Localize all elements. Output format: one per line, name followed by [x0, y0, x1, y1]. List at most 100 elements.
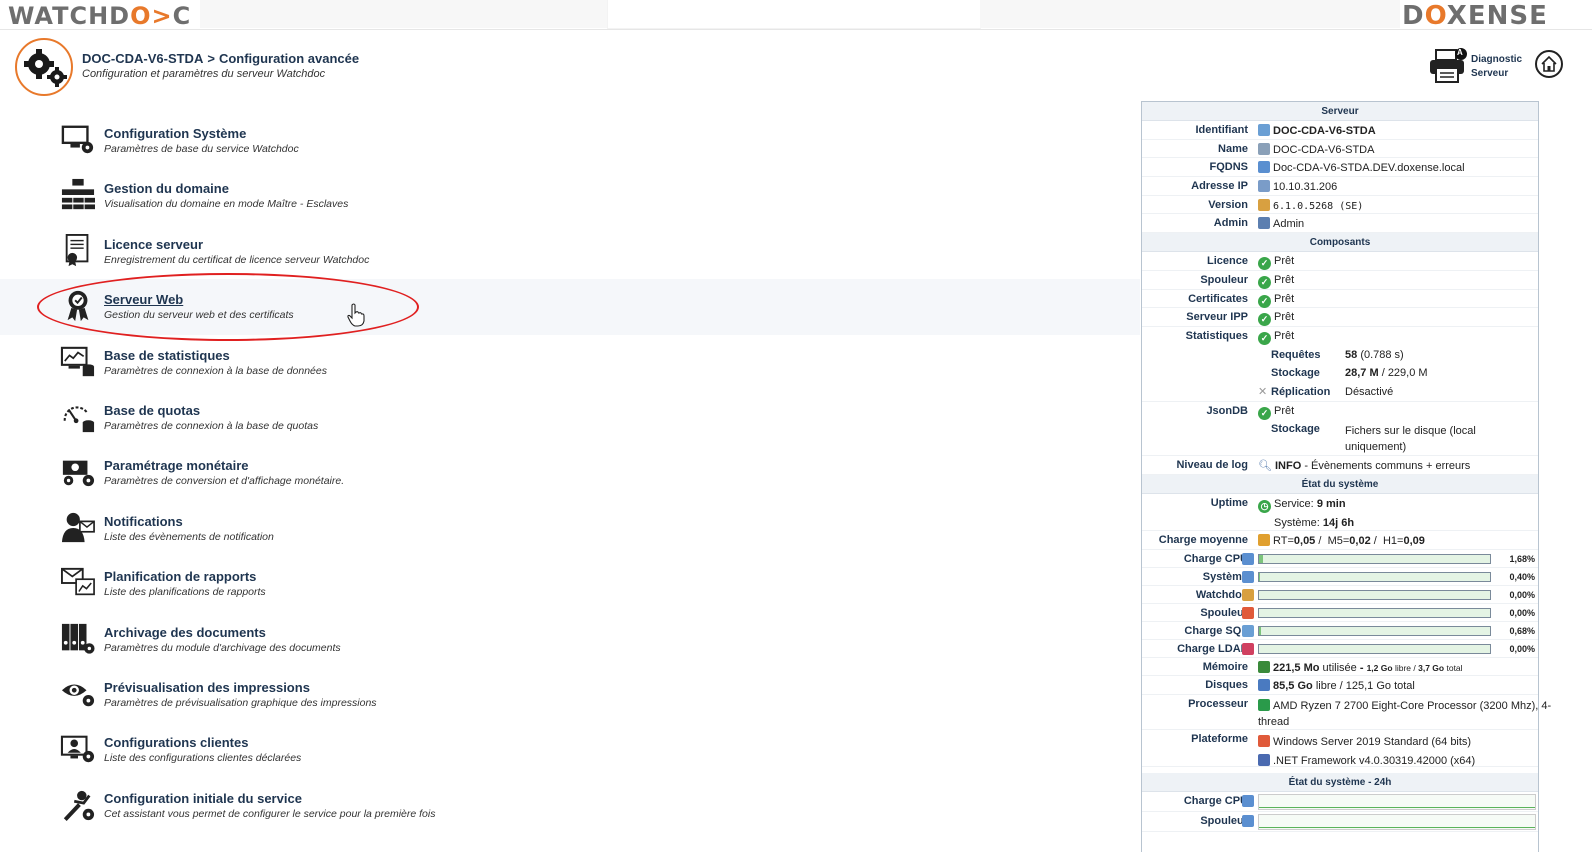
jsondb-storage: Stockage Fichers sur le disque (local uniq…	[1142, 420, 1538, 457]
domain-servers-icon	[61, 179, 95, 210]
processor-row: Processeur AMD Ryzen 7 2700 Eight-Core Pr…	[1142, 695, 1551, 731]
menu-item-monitor-gear[interactable]: Configuration Système Paramètres de base …	[0, 113, 1140, 168]
menu-item-title[interactable]: Paramétrage monétaire	[104, 458, 249, 473]
menu-item-stats-database[interactable]: Base de statistiques Paramètres de connex…	[0, 335, 1140, 390]
menu-item-title[interactable]: Base de statistiques	[104, 348, 230, 363]
user-mail-icon	[61, 512, 95, 542]
menu-item-desc: Liste des évènements de notification	[104, 530, 274, 543]
menu-item-wizard[interactable]: Configuration initiale du service Cet ass…	[0, 778, 1140, 833]
progress-bar	[1258, 553, 1491, 564]
server-key: Admin	[1213, 217, 1248, 230]
top-bar-spacer-right	[980, 0, 1400, 28]
server-row: Admin Admin	[1142, 214, 1538, 234]
diagnostic-server-button[interactable]: A Diagnostic Serveur	[1428, 46, 1528, 84]
menu-item-title[interactable]: Configuration initiale du service	[104, 791, 302, 806]
menu-item-desc: Paramètres du module d'archivage des doc…	[104, 641, 341, 654]
menu-item-user-mail[interactable]: Notifications Liste des évènements de not…	[0, 501, 1140, 556]
server-row: Version 6.1.0.5268 (SE)	[1142, 196, 1538, 215]
menu-item-desc: Paramètres de prévisualisation graphique…	[104, 696, 377, 709]
menu-item-money-gear[interactable]: Paramétrage monétaire Paramètres de conve…	[0, 445, 1140, 500]
diag-label-2: Serveur	[1471, 68, 1509, 79]
component-row: Spouleur ✓ Prêt	[1142, 271, 1538, 290]
load-icon	[1242, 570, 1254, 583]
menu-item-quota-gauge[interactable]: Base de quotas Paramètres de connexion à …	[0, 390, 1140, 445]
home-button[interactable]	[1535, 50, 1563, 78]
hand-cursor-icon	[346, 303, 366, 332]
component-status: Prêt	[1274, 273, 1295, 286]
menu-item-mail-chart[interactable]: Planification de rapports Liste des plani…	[0, 556, 1140, 611]
menu-item-title[interactable]: Configuration Système	[104, 126, 246, 141]
load-bar-row: Charge SQL 0,68%	[1142, 622, 1538, 640]
menu-item-title[interactable]: Archivage des documents	[104, 625, 266, 640]
menu-item-desc: Liste des configurations clientes déclar…	[104, 752, 302, 765]
certificate-icon	[65, 233, 89, 266]
menu-item-desc: Paramètres de connexion à la base de don…	[104, 364, 327, 377]
magnifier-icon: 🔍︎	[1258, 460, 1272, 473]
platform-row: Plateforme Windows Server 2019 Standard (…	[1142, 730, 1538, 768]
uptime-row: Uptime ◷ Service: 9 min Système: 14j 6h	[1142, 494, 1538, 531]
progress-bar	[1258, 643, 1491, 654]
monitor-gear-icon	[61, 125, 94, 154]
load-icon	[1242, 642, 1254, 655]
menu-item-title[interactable]: Notifications	[104, 514, 183, 529]
top-divider	[0, 29, 1592, 30]
top-bar-center	[608, 0, 980, 28]
server-row: Name DOC-CDA-V6-STDA	[1142, 140, 1538, 159]
menu-item-title[interactable]: Planification de rapports	[104, 569, 256, 584]
mail-chart-icon	[60, 568, 95, 596]
progress-bar	[1258, 607, 1491, 618]
server-value: 10.10.31.206	[1273, 181, 1338, 194]
component-status: Prêt	[1274, 255, 1295, 268]
component-name: Spouleur	[1200, 273, 1248, 286]
check-icon: ✓	[1258, 257, 1271, 271]
server-key: Name	[1218, 142, 1248, 155]
server-key: Identifiant	[1195, 124, 1248, 136]
server-info-icon	[1258, 198, 1270, 211]
stats-requests: Requêtes 58 (0.788 s)	[1271, 348, 1404, 361]
server-value: DOC-CDA-V6-STDA	[1273, 125, 1376, 137]
server-row: FQDNS Doc-CDA-V6-STDA.DEV.doxense.local	[1142, 158, 1538, 178]
disabled-x-icon: ✕	[1258, 385, 1268, 398]
component-row: Statistiques ✓ Prêt	[1142, 327, 1538, 346]
server-value: 6.1.0.5268 (SE)	[1273, 200, 1364, 212]
load-average-row: Charge moyenne RT=0,05 / M5=0,02 / H1=0,0…	[1142, 531, 1538, 550]
menu-item-title[interactable]: Licence serveur	[104, 237, 203, 252]
section-system-state: État du système	[1142, 475, 1538, 494]
component-status: Prêt	[1274, 311, 1295, 324]
page-subtitle: Configuration et paramètres du serveur W…	[82, 68, 326, 80]
client-config-icon	[60, 735, 95, 763]
history-sparkline	[1258, 794, 1536, 811]
breadcrumb-server[interactable]: DOC-CDA-V6-STDA	[82, 51, 203, 66]
gears-icon	[15, 38, 73, 96]
server-row: Adresse IP 10.10.31.206	[1142, 177, 1538, 196]
clock-icon: ◷	[1258, 500, 1271, 513]
menu-item-archive-binders[interactable]: Archivage des documents Paramètres du mod…	[0, 612, 1140, 667]
money-gear-icon	[62, 461, 95, 487]
menu-item-title[interactable]: Gestion du domaine	[104, 181, 229, 196]
progress-bar	[1258, 625, 1491, 636]
top-bar: WATCHDO>C DOXENSE	[0, 0, 1592, 31]
watchdoc-logo[interactable]: WATCHDO>C	[8, 2, 191, 30]
load-bar-row: Watchdoc 0,00%	[1142, 586, 1538, 604]
menu-item-title[interactable]: Prévisualisation des impressions	[104, 680, 310, 695]
stats-database-icon	[60, 346, 95, 376]
check-icon: ✓	[1258, 275, 1271, 289]
menu-item-client-config[interactable]: Configurations clientes Liste des configu…	[0, 722, 1140, 777]
menu-item-desc: Paramètres de base du service Watchdoc	[104, 143, 299, 155]
menu-item-title[interactable]: Configurations clientes	[104, 735, 248, 750]
wizard-icon	[63, 790, 95, 821]
stats-replication: ✕ Réplication Désactivé	[1142, 383, 1538, 402]
doxense-logo[interactable]: DOXENSE	[1402, 1, 1548, 31]
component-status: Prêt	[1274, 329, 1295, 342]
memory-row: Mémoire 221,5 Mo utilisée - 1,2 Go libre …	[1142, 658, 1538, 677]
menu-item-eye-gear[interactable]: Prévisualisation des impressions Paramètr…	[0, 667, 1140, 722]
windows-icon	[1258, 735, 1270, 748]
diag-badge: A	[1457, 48, 1463, 57]
menu-item-title[interactable]: Base de quotas	[104, 403, 200, 418]
menu-item-domain-servers[interactable]: Gestion du domaine Visualisation du domai…	[0, 168, 1140, 223]
disk-icon	[1258, 679, 1270, 692]
menu-item-certificate[interactable]: Licence serveur Enregistrement du certifi…	[0, 224, 1140, 279]
diag-label-1: Diagnostic	[1471, 54, 1523, 65]
server-info-icon	[1258, 161, 1270, 174]
component-row: Licence ✓ Prêt	[1142, 252, 1538, 271]
